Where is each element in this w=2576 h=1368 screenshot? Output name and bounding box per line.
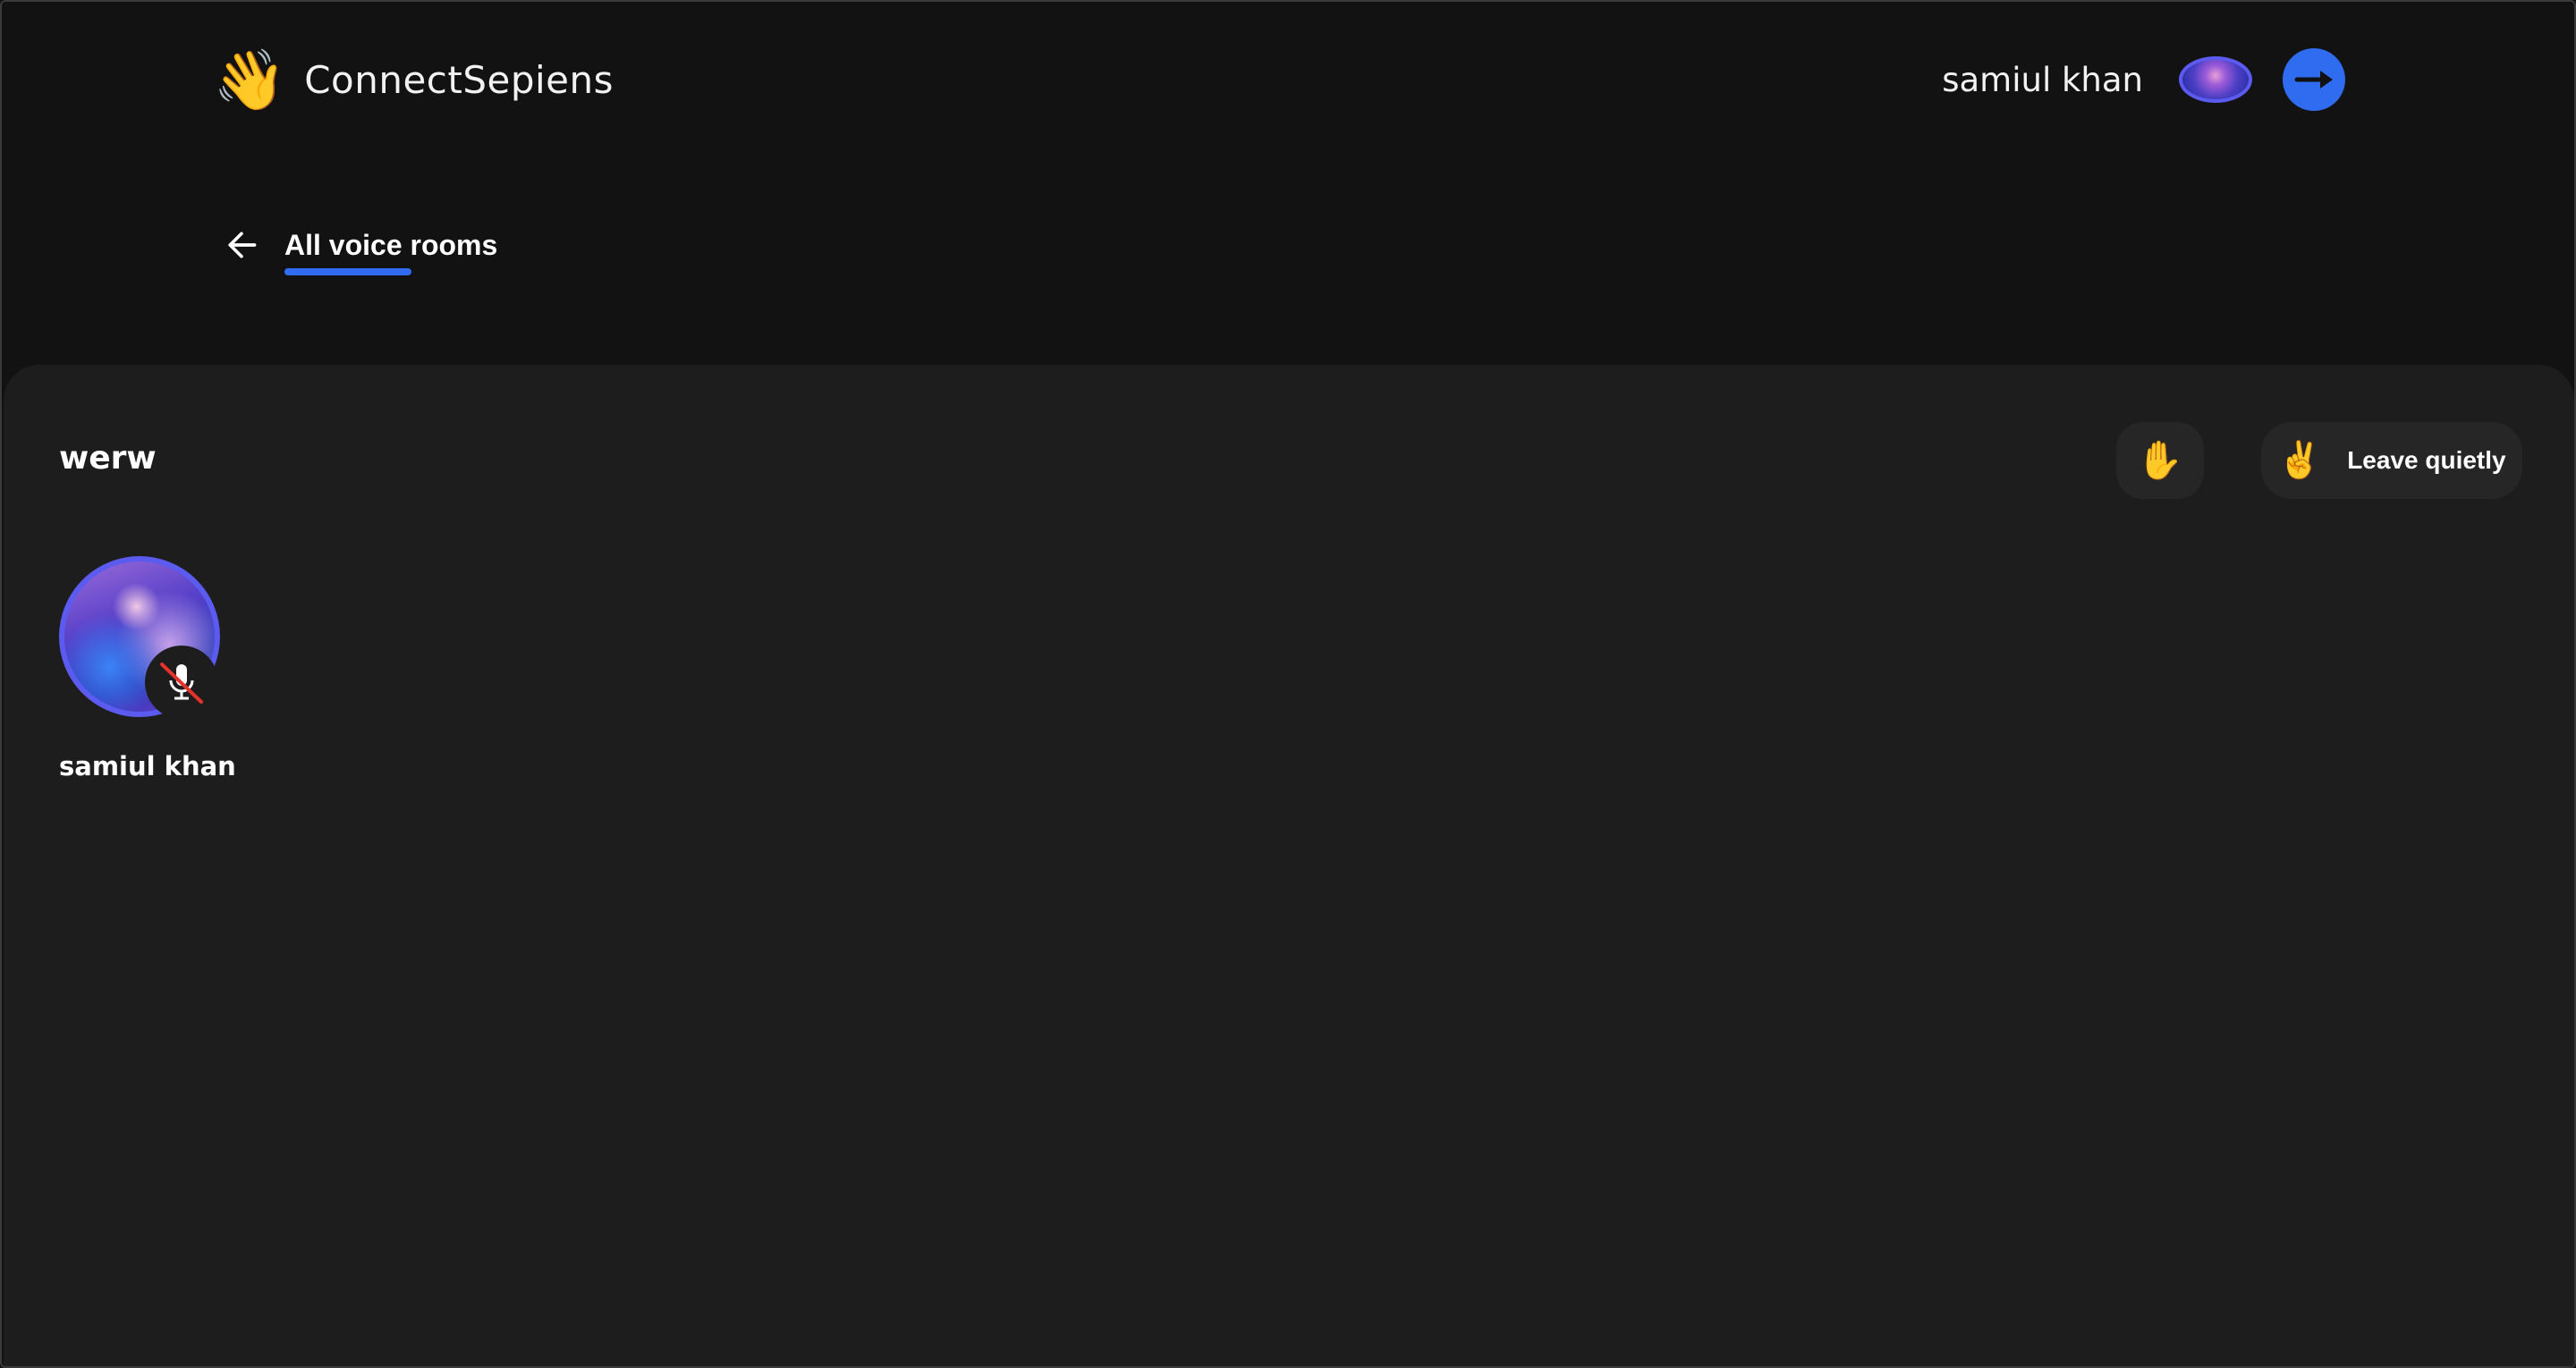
app-window: 👋 ConnectSepiens samiul khan All voice r… — [0, 0, 2576, 1368]
speaker-avatar — [59, 556, 220, 719]
logout-button[interactable] — [2283, 48, 2345, 111]
arrow-left-icon — [228, 232, 257, 258]
raise-hand-button[interactable]: ✋ — [2116, 422, 2204, 499]
victory-hand-icon: ✌️ — [2277, 441, 2323, 480]
user-area: samiul khan — [1942, 48, 2345, 111]
brand-name: ConnectSepiens — [304, 57, 614, 102]
raised-hand-icon: ✋ — [2136, 438, 2184, 481]
speaker-card[interactable]: samiul khan — [59, 556, 236, 781]
leave-quietly-button[interactable]: ✌️ Leave quietly — [2261, 422, 2522, 499]
brand[interactable]: 👋 ConnectSepiens — [213, 50, 614, 109]
voice-room-panel: werw ✋ ✌️ Leave quietly samiul khan — [4, 365, 2574, 1366]
mic-muted-badge — [145, 646, 218, 719]
mic-off-icon — [160, 663, 203, 704]
page-title: All voice rooms — [284, 228, 498, 261]
back-button[interactable] — [222, 225, 261, 265]
room-title: werw — [59, 440, 157, 477]
user-name: samiul khan — [1942, 60, 2143, 99]
arrow-right-icon — [2294, 71, 2333, 89]
speaker-name: samiul khan — [59, 751, 236, 781]
waving-hand-icon: 👋 — [213, 46, 287, 113]
top-header: 👋 ConnectSepiens samiul khan — [213, 43, 2345, 116]
active-tab-indicator — [284, 268, 411, 275]
leave-quietly-label: Leave quietly — [2347, 446, 2506, 474]
user-avatar[interactable] — [2179, 56, 2252, 103]
